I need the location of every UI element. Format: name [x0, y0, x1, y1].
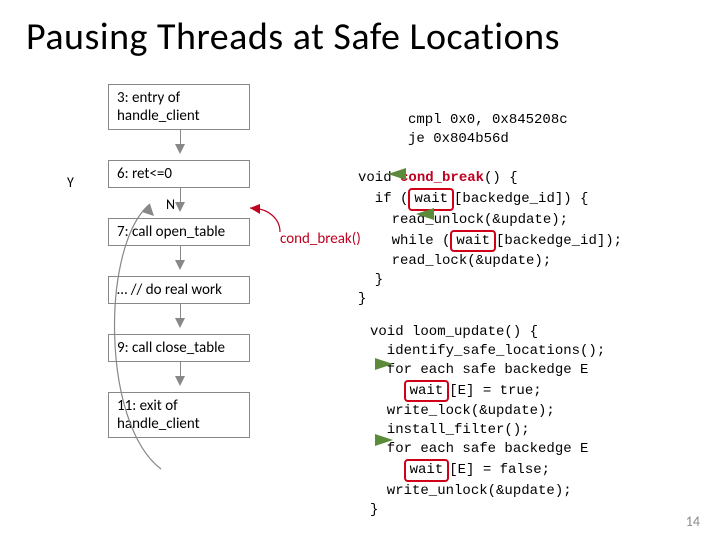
node-open: 7: call open_table [108, 218, 250, 246]
cond-break-label: cond_break() [280, 230, 361, 248]
node-ret: 6: ret<=0 [108, 160, 250, 188]
wait-box: wait [404, 459, 450, 482]
wait-box: wait [450, 230, 496, 253]
fn-name: cond_break [400, 170, 484, 186]
asm-code: cmpl 0x0, 0x845208c je 0x804b56d [408, 92, 568, 149]
label-y: Y [67, 174, 74, 191]
label-n: N [166, 196, 175, 213]
node-close: 9: call close_table [108, 334, 250, 362]
arrow-icon [416, 208, 434, 220]
arrow-icon [375, 358, 393, 370]
loom-update-code: void loom_update() { identify_safe_locat… [370, 304, 605, 520]
node-exit: 11: exit of handle_client [108, 392, 250, 438]
asm-line: je 0x804b56d [408, 131, 509, 147]
flowchart: 3: entry of handle_client 6: ret<=0 Y N … [70, 84, 330, 438]
arrow-icon [388, 168, 406, 180]
arrow-icon [375, 434, 393, 446]
page-title: Pausing Threads at Safe Locations [0, 0, 720, 66]
slide-number: 14 [686, 513, 700, 530]
wait-box: wait [404, 380, 450, 403]
node-dots: … // do real work [108, 276, 250, 304]
node-entry: 3: entry of handle_client [108, 84, 250, 130]
asm-line: cmpl 0x0, 0x845208c [408, 112, 568, 128]
